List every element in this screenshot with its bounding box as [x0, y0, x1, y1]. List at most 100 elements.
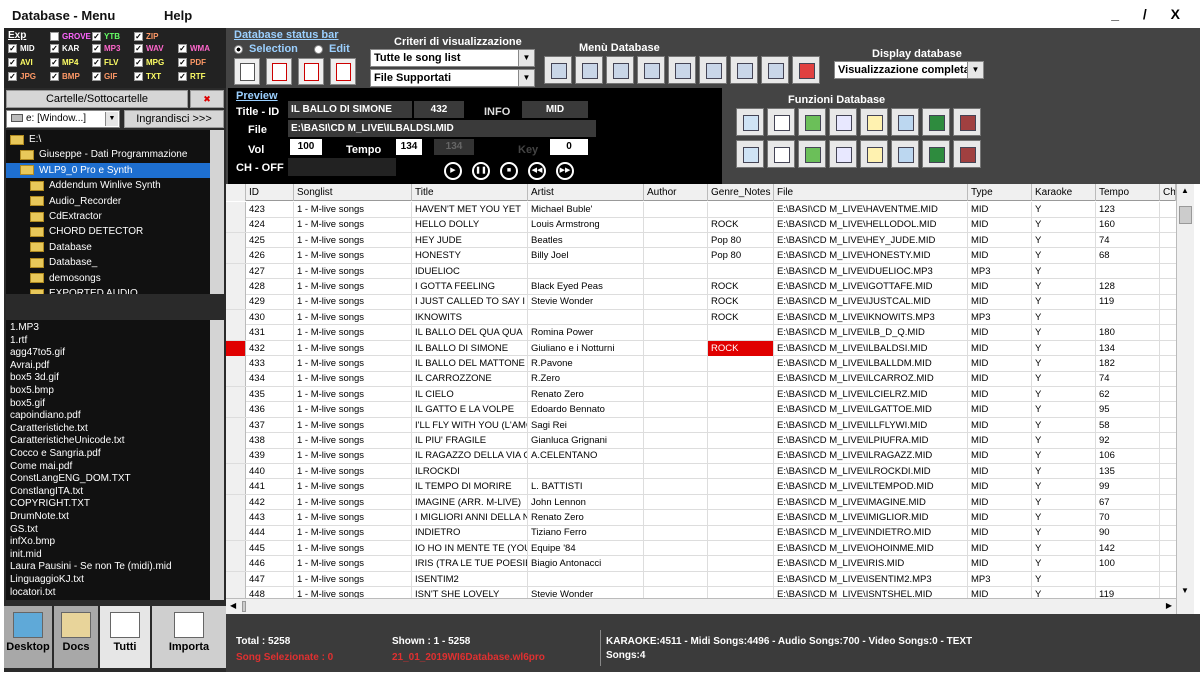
cell-tempo[interactable]: 95: [1096, 402, 1160, 418]
radio-edit[interactable]: Edit: [314, 43, 350, 55]
col-header-id[interactable]: ID: [246, 184, 294, 201]
cell-author[interactable]: [644, 340, 708, 356]
cell-tempo[interactable]: 99: [1096, 479, 1160, 495]
cell-songlist[interactable]: 1 - M-live songs: [294, 402, 412, 418]
cell-karaoke[interactable]: Y: [1032, 217, 1096, 233]
filter-wma[interactable]: ✓ WMA: [178, 44, 210, 53]
cell-title[interactable]: IL TEMPO DI MORIRE: [412, 479, 528, 495]
menu-database[interactable]: Database - Menu: [12, 8, 115, 23]
drive-select[interactable]: e: [Window...] ▼: [6, 110, 120, 128]
row-selector[interactable]: [226, 463, 246, 479]
table-row[interactable]: 423 1 - M-live songs HAVEN'T MET YOU YET Mi…: [226, 202, 1176, 218]
table-icon[interactable]: [891, 140, 919, 168]
col-header-ch[interactable]: Ch: [1160, 184, 1176, 201]
file-item[interactable]: Avrai.pdf: [10, 360, 49, 373]
cell-title[interactable]: IL BALLO DEL MATTONE: [412, 356, 528, 371]
cell-id[interactable]: 436: [246, 402, 294, 418]
grid-vertical-scrollbar[interactable]: ▲ ▼: [1176, 184, 1194, 614]
row-selector[interactable]: [226, 356, 246, 371]
cell-author[interactable]: [644, 356, 708, 371]
cell-title[interactable]: HONESTY: [412, 248, 528, 264]
cell-artist[interactable]: Michael Buble': [528, 202, 644, 217]
import-arrow-icon[interactable]: [736, 108, 764, 136]
cell-songlist[interactable]: 1 - M-live songs: [294, 479, 412, 495]
cell-title[interactable]: IRIS (TRA LE TUE POESIE): [412, 556, 528, 572]
table-row[interactable]: 441 1 - M-live songs IL TEMPO DI MORIRE L. …: [226, 479, 1176, 495]
cell-songlist[interactable]: 1 - M-live songs: [294, 448, 412, 464]
cell-tempo[interactable]: 92: [1096, 433, 1160, 448]
cell-id[interactable]: 445: [246, 540, 294, 556]
table-row[interactable]: 446 1 - M-live songs IRIS (TRA LE TUE POES…: [226, 556, 1176, 572]
cell-tempo[interactable]: 123: [1096, 202, 1160, 217]
cell-file[interactable]: E:\BASI\CD M_LIVE\HELLODOL.MID: [774, 217, 968, 233]
cell-artist[interactable]: John Lennon: [528, 494, 644, 510]
cell-file[interactable]: E:\BASI\CD M_LIVE\ILLFLYWI.MID: [774, 417, 968, 433]
file-item[interactable]: COPYRIGHT.TXT: [10, 498, 90, 511]
cell-file[interactable]: E:\BASI\CD M_LIVE\IRIS.MID: [774, 556, 968, 572]
cell-title[interactable]: IL RAGAZZO DELLA VIA GL: [412, 448, 528, 464]
cell-title[interactable]: I GOTTA FEELING: [412, 279, 528, 294]
cell-genrenotes[interactable]: ROCK: [708, 309, 774, 325]
table-row[interactable]: 444 1 - M-live songs INDIETRO Tiziano Ferro…: [226, 525, 1176, 541]
cell-songlist[interactable]: 1 - M-live songs: [294, 263, 412, 279]
cell-artist[interactable]: Stevie Wonder: [528, 294, 644, 310]
cell-type[interactable]: MID: [968, 356, 1032, 371]
cell-file[interactable]: E:\BASI\CD M_LIVE\ILCARROZ.MID: [774, 371, 968, 387]
file-item[interactable]: locatori.txt: [10, 587, 56, 600]
cell-file[interactable]: E:\BASI\CD M_LIVE\ILTEMPOD.MID: [774, 479, 968, 495]
cell-author[interactable]: [644, 571, 708, 587]
cell-file[interactable]: E:\BASI\CD M_LIVE\ILRAGAZZ.MID: [774, 448, 968, 464]
cell-artist[interactable]: Renato Zero: [528, 386, 644, 402]
row-selector[interactable]: [226, 540, 246, 556]
edit-doc-icon[interactable]: [699, 56, 727, 84]
cell-type[interactable]: MID: [968, 525, 1032, 541]
cell-type[interactable]: MID: [968, 479, 1032, 495]
cell-genrenotes[interactable]: ROCK: [708, 294, 774, 310]
cell-type[interactable]: MID: [968, 448, 1032, 464]
row-selector[interactable]: [226, 202, 246, 217]
folder-item[interactable]: WLP9_0 Pro e Synth: [6, 162, 210, 178]
cell-type[interactable]: MID: [968, 202, 1032, 217]
cell-tempo[interactable]: 62: [1096, 386, 1160, 402]
folder-item[interactable]: Giuseppe - Dati Programmazione: [6, 147, 187, 162]
cell-id[interactable]: 430: [246, 309, 294, 325]
cell-title[interactable]: IL GATTO E LA VOLPE: [412, 402, 528, 418]
cell-artist[interactable]: Giuliano e i Notturni: [528, 340, 644, 356]
folder-item[interactable]: Audio_Recorder: [6, 194, 121, 209]
cartelle-button[interactable]: Cartelle/Sottocartelle: [6, 90, 188, 108]
col-header-artist[interactable]: Artist: [528, 184, 644, 201]
cell-artist[interactable]: Sagi Rei: [528, 417, 644, 433]
cell-type[interactable]: MID: [968, 402, 1032, 418]
folder-item[interactable]: demosongs: [6, 271, 101, 286]
cell-type[interactable]: MID: [968, 248, 1032, 264]
filter-avi[interactable]: ✓ AVI: [8, 58, 33, 67]
cell-id[interactable]: 446: [246, 556, 294, 572]
row-selector[interactable]: [226, 340, 246, 356]
folder-item[interactable]: Database_: [6, 255, 97, 270]
cell-songlist[interactable]: 1 - M-live songs: [294, 232, 412, 248]
cell-artist[interactable]: Louis Armstrong: [528, 217, 644, 233]
cell-karaoke[interactable]: Y: [1032, 356, 1096, 371]
cell-karaoke[interactable]: Y: [1032, 294, 1096, 310]
fast-forward-icon[interactable]: ▶▶: [556, 162, 574, 180]
cell-genrenotes[interactable]: [708, 202, 774, 217]
cell-id[interactable]: 433: [246, 356, 294, 371]
cell-genrenotes[interactable]: [708, 386, 774, 402]
cell-genrenotes[interactable]: [708, 479, 774, 495]
download-icon[interactable]: [730, 56, 758, 84]
cell-songlist[interactable]: 1 - M-live songs: [294, 571, 412, 587]
table-row[interactable]: 428 1 - M-live songs I GOTTA FEELING Black …: [226, 279, 1176, 295]
cell-author[interactable]: [644, 433, 708, 448]
row-selector[interactable]: [226, 525, 246, 541]
folder-item[interactable]: Addendum Winlive Synth: [6, 178, 161, 193]
eraser-icon[interactable]: [637, 56, 665, 84]
row-selector[interactable]: [226, 248, 246, 264]
cell-title[interactable]: HELLO DOLLY: [412, 217, 528, 233]
cell-file[interactable]: E:\BASI\CD M_LIVE\HEY_JUDE.MID: [774, 232, 968, 248]
rewind-icon[interactable]: ◀◀: [528, 162, 546, 180]
cell-file[interactable]: E:\BASI\CD M_LIVE\HONESTY.MID: [774, 248, 968, 264]
folder-item[interactable]: CHORD DETECTOR: [6, 224, 143, 239]
cell-type[interactable]: MID: [968, 433, 1032, 448]
scroll-right-icon[interactable]: ▶: [1166, 601, 1172, 610]
cell-artist[interactable]: [528, 571, 644, 587]
